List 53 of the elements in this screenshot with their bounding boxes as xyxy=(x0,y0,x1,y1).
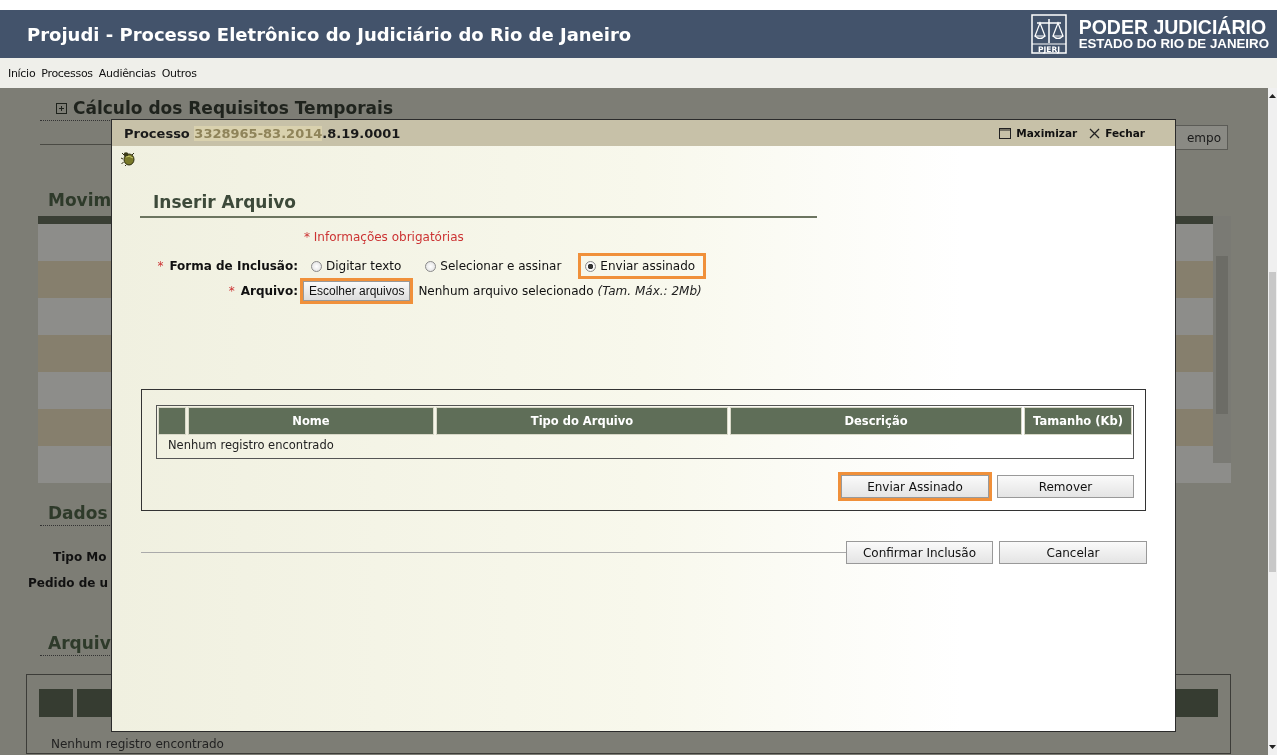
org-subtitle: ESTADO DO RIO DE JANEIRO xyxy=(1078,37,1269,52)
scrollbar[interactable] xyxy=(1213,216,1231,463)
close-button[interactable]: Fechar xyxy=(1089,127,1145,139)
column-header: Tipo do Arquivo xyxy=(436,407,728,435)
section-heading: Dados xyxy=(48,503,108,523)
close-icon xyxy=(1089,127,1101,139)
expand-plus-icon[interactable] xyxy=(56,102,67,114)
action-button[interactable]: Enviar Assinado xyxy=(841,475,989,498)
radio-option[interactable]: Enviar assinado xyxy=(578,253,707,279)
action-button[interactable]: Confirmar Inclusão xyxy=(846,541,993,564)
maximize-icon xyxy=(999,127,1012,139)
field-label: Tipo Mo xyxy=(53,550,107,564)
column-header xyxy=(158,407,186,435)
dialog-title: Processo 3328965-83.2014.8.19.0001 xyxy=(124,125,401,141)
required-note: * Informações obrigatórias xyxy=(304,230,465,244)
radio-button[interactable] xyxy=(585,260,597,272)
scroll-down-icon[interactable] xyxy=(1268,743,1277,751)
menu-item[interactable]: Processos xyxy=(38,66,96,80)
maximize-button[interactable]: Maximizar xyxy=(999,127,1078,139)
section-heading: Arquiv xyxy=(48,633,111,653)
org-name: PODER JUDICIÁRIO xyxy=(1078,16,1268,38)
menu-item[interactable]: Audiências xyxy=(95,66,159,80)
dialog-heading: Inserir Arquivo xyxy=(153,192,297,212)
field-label: Arquivo: xyxy=(240,284,298,298)
bg-button[interactable]: empo xyxy=(1175,125,1228,150)
page-scrollbar[interactable] xyxy=(1268,88,1277,755)
empty-message: Nenhum registro encontrado xyxy=(51,737,224,751)
column-header xyxy=(39,689,73,717)
file-status: Nenhum arquivo selecionado xyxy=(418,284,594,298)
radio-option[interactable]: Digitar texto xyxy=(304,253,413,279)
column-header xyxy=(77,689,111,717)
menu-item[interactable]: Outros xyxy=(158,66,200,80)
menu-item[interactable]: Início xyxy=(5,66,39,80)
column-header: Tamanho (Kb) xyxy=(1024,407,1132,435)
required-mark: * xyxy=(157,259,164,273)
column-header: Nome xyxy=(188,407,434,435)
radio-option[interactable]: Selecionar e assinar xyxy=(418,253,573,279)
field-label: Forma de Inclusão: xyxy=(169,259,298,273)
app-title: Projudi - Processo Eletrônico do Judiciário do Rio de Janeiro xyxy=(27,23,632,45)
choose-files-button[interactable]: Escolher arquivos xyxy=(303,281,411,301)
section-heading: Movim xyxy=(48,190,112,210)
field-label: Pedido de u xyxy=(28,576,109,590)
action-button[interactable]: Remover xyxy=(997,475,1134,498)
scroll-up-icon[interactable] xyxy=(1268,92,1277,100)
action-button[interactable]: Cancelar xyxy=(999,541,1147,564)
required-mark: * xyxy=(228,284,235,298)
radio-button[interactable] xyxy=(311,260,322,272)
empty-message: Nenhum registro encontrado xyxy=(167,437,335,452)
section-heading: Cálculo dos Requisitos Temporais xyxy=(73,98,393,118)
radio-button[interactable] xyxy=(425,260,437,272)
beetle-icon xyxy=(120,150,136,166)
column-header: Descrição xyxy=(730,407,1022,435)
size-hint: (Tam. Máx.: 2Mb) xyxy=(597,284,702,298)
